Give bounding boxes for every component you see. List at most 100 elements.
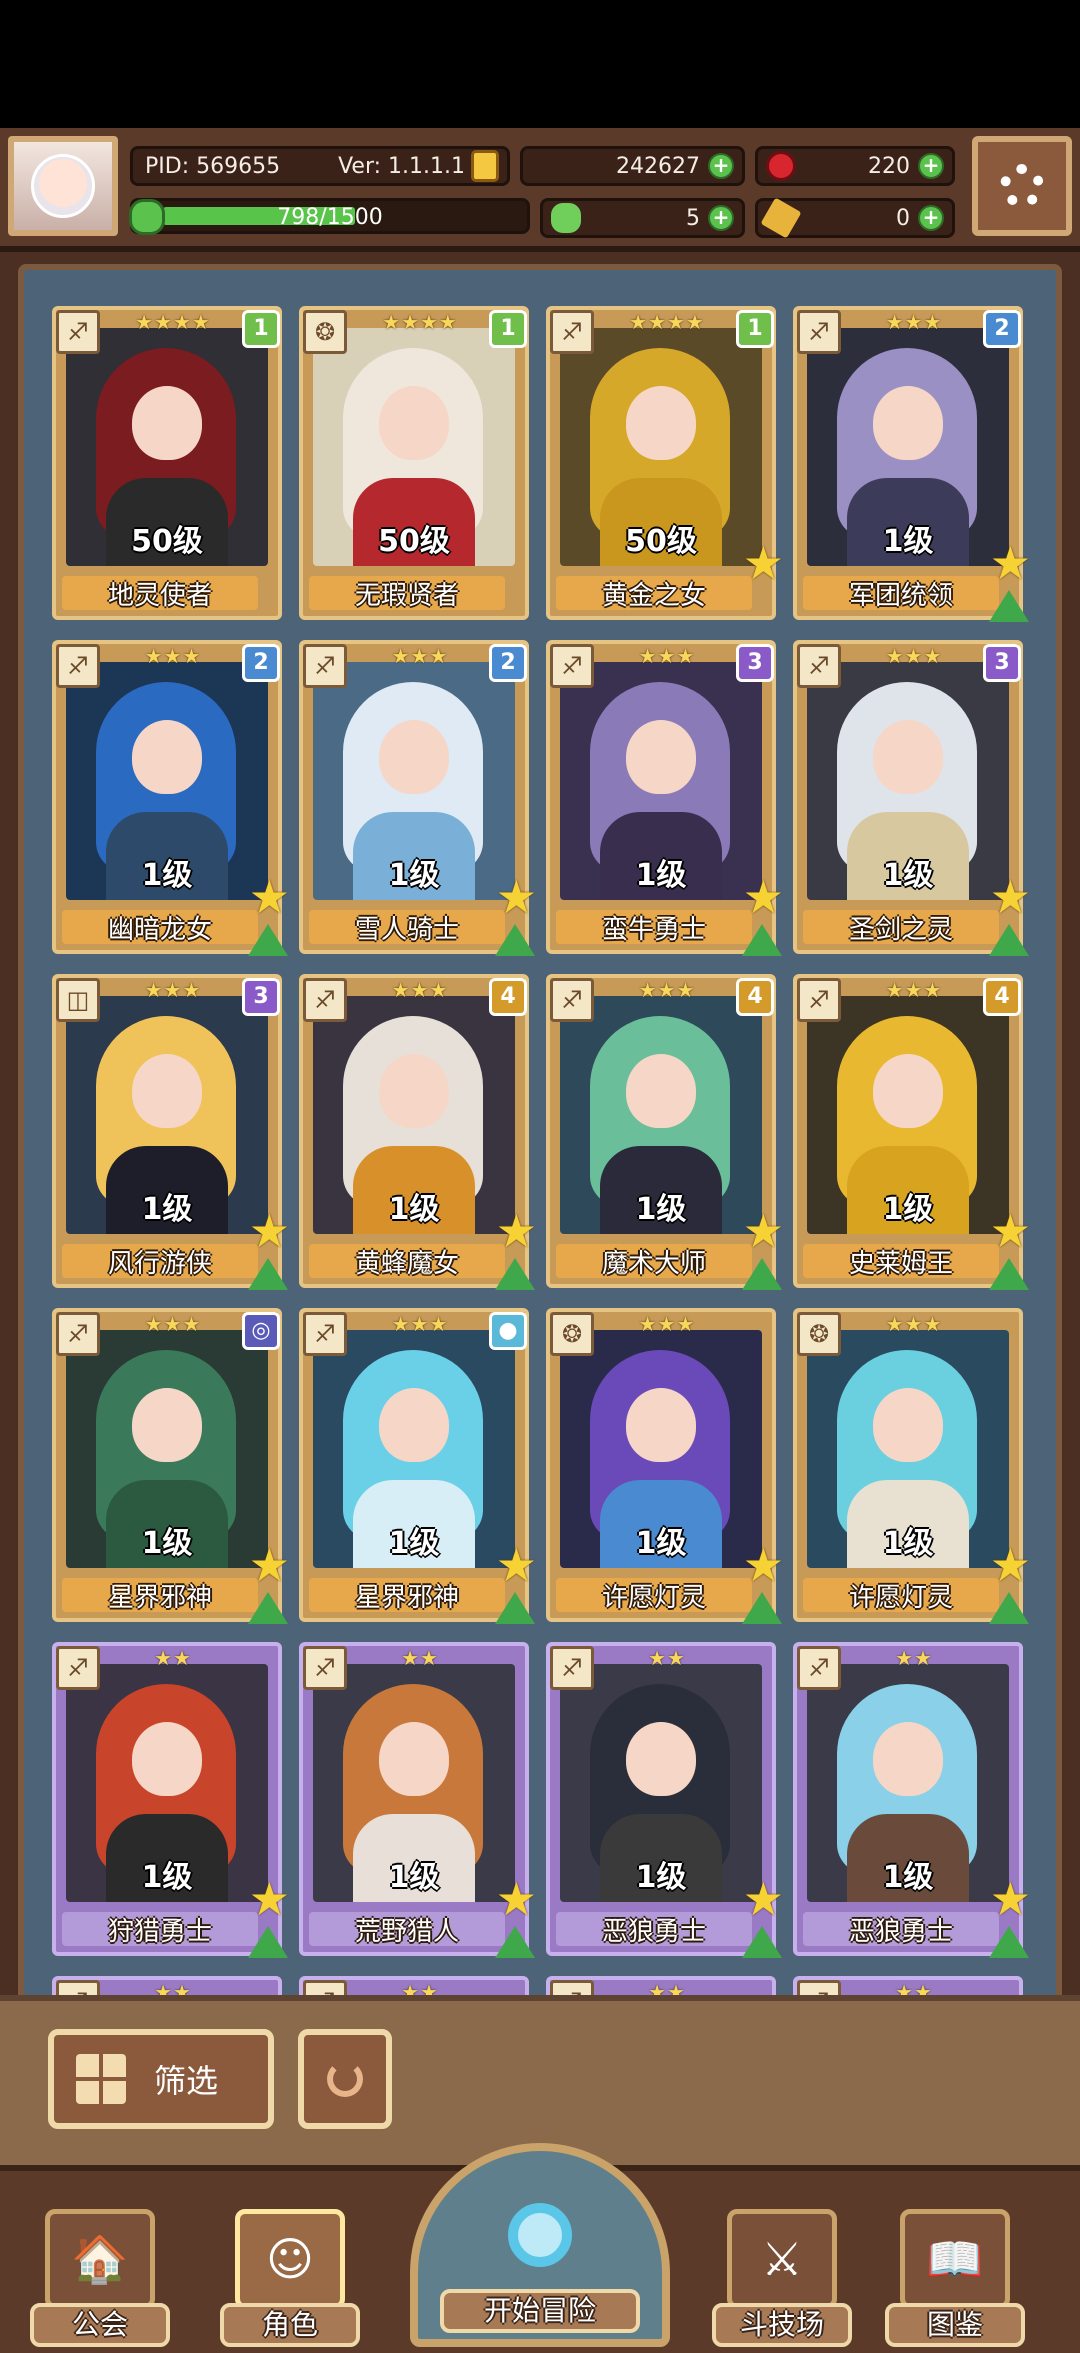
roster-scroll-area[interactable]: ♐ ★★★★ 1 50级 地灵使者 ❂ ★★★★ 1 50级 无瑕贤者 ♐ ★★★★ 1 50级 黄金之女 ★…	[18, 264, 1062, 2004]
star-upgrade-icon: ★	[742, 1538, 784, 1592]
filter-button[interactable]: 筛选	[48, 2029, 274, 2129]
rank-badge: 2	[983, 310, 1021, 348]
class-type-icon: ♐	[56, 644, 100, 688]
star-upgrade-icon: ★	[989, 536, 1031, 590]
character-card[interactable]: ♐ ★★ 1级 荒野猎人 ★	[299, 1642, 537, 1958]
character-name: 黄蜂魔女	[309, 1244, 505, 1279]
xp-text: 798/1500	[277, 205, 383, 230]
character-card[interactable]: ♐ ★★ 1级 恶狼勇士 ★	[793, 1642, 1031, 1958]
settings-button[interactable]	[972, 136, 1072, 236]
class-type-icon: ♐	[303, 1646, 347, 1690]
star-upgrade-icon: ★	[495, 1538, 537, 1592]
character-card[interactable]: ♐ ★★★ 3 1级 蛮牛勇士 ★	[546, 640, 784, 956]
nav-codex-label: 图鉴	[885, 2303, 1025, 2347]
key-counter: 0 +	[755, 197, 955, 239]
character-card[interactable]: ♐ ★★★ 4 1级 黄蜂魔女 ★	[299, 974, 537, 1290]
level-label: 1级	[882, 858, 934, 893]
refresh-icon	[327, 2061, 363, 2097]
portrait-face	[873, 1722, 943, 1796]
add-gold-icon[interactable]: +	[708, 153, 734, 179]
star-rating: ★★★	[885, 978, 943, 1002]
character-card[interactable]: ♐ ★★★ 4 1级 史莱姆王 ★	[793, 974, 1031, 1290]
nav-arena[interactable]: ⚔ 斗技场	[712, 2187, 852, 2347]
gear-icon	[1000, 164, 1044, 208]
character-card[interactable]: ♐ ★★★ ◎ 1级 星界邪神 ★	[52, 1308, 290, 1624]
portrait-face	[873, 386, 943, 460]
star-rating: ★★★	[144, 978, 202, 1002]
character-card[interactable]: ♐ ★★★★ 1 50级 地灵使者	[52, 306, 282, 620]
character-card[interactable]: ♐ ★★★★ 1 50级 黄金之女 ★	[546, 306, 784, 620]
star-upgrade-icon: ★	[248, 1538, 290, 1592]
nav-start-adventure[interactable]: 开始冒险	[410, 2143, 670, 2347]
character-name: 幽暗龙女	[62, 910, 258, 945]
rank-badge: 1	[242, 310, 280, 348]
level-label: 1级	[882, 1860, 934, 1895]
class-type-icon: ♐	[56, 310, 100, 354]
character-card[interactable]: ♐ ★★★ 4 1级 魔术大师 ★	[546, 974, 784, 1290]
level-label: 1级	[635, 1192, 687, 1227]
level-label: 50级	[131, 524, 203, 559]
level-up-arrow-icon	[989, 1592, 1029, 1624]
player-avatar[interactable]	[8, 136, 118, 236]
class-type-icon: ❂	[797, 1312, 841, 1356]
rank-badge: 2	[489, 644, 527, 682]
character-name: 恶狼勇士	[556, 1912, 752, 1947]
roster-panel: ♐ ★★★★ 1 50级 地灵使者 ❂ ★★★★ 1 50级 无瑕贤者 ♐ ★★★★ 1 50级 黄金之女 ★…	[0, 252, 1080, 2004]
star-rating: ★★★	[144, 1312, 202, 1336]
portrait-face	[873, 720, 943, 794]
rank-badge: 4	[983, 978, 1021, 1016]
character-card[interactable]: ♐ ★★★ 3 1级 圣剑之灵 ★	[793, 640, 1031, 956]
character-card[interactable]: ♐ ★★ 1级 恶狼勇士 ★	[546, 1642, 784, 1958]
class-type-icon: ❂	[550, 1312, 594, 1356]
level-up-arrow-icon	[495, 1258, 535, 1290]
character-card[interactable]: ♐ ★★★ 2 1级 雪人骑士 ★	[299, 640, 537, 956]
character-name: 史莱姆王	[803, 1244, 999, 1279]
character-card[interactable]: ♐ ★★★ 2 1级 幽暗龙女 ★	[52, 640, 290, 956]
star-rating: ★★	[401, 1646, 439, 1670]
player-info-bar: PID: 569655 Ver: 1.1.1.1	[130, 146, 510, 186]
refresh-button[interactable]	[298, 2029, 392, 2129]
portrait-face	[873, 1054, 943, 1128]
nav-guild-label: 公会	[30, 2303, 170, 2347]
rank-badge: 4	[489, 978, 527, 1016]
level-up-arrow-icon	[495, 1592, 535, 1624]
star-rating: ★★★	[391, 644, 449, 668]
character-card[interactable]: ❂ ★★★ 1级 许愿灯灵 ★	[793, 1308, 1031, 1624]
character-card[interactable]: ❂ ★★★ 1级 许愿灯灵 ★	[546, 1308, 784, 1624]
class-type-icon: ❂	[303, 310, 347, 354]
level-label: 1级	[141, 1526, 193, 1561]
add-clover-icon[interactable]: +	[708, 205, 734, 231]
character-card[interactable]: ♐ ★★★ ● 1级 星界邪神 ★	[299, 1308, 537, 1624]
add-key-icon[interactable]: +	[918, 205, 944, 231]
class-type-icon: ♐	[303, 644, 347, 688]
character-card[interactable]: ♐ ★★★ 2 1级 军团统领 ★	[793, 306, 1031, 622]
character-card[interactable]: ❂ ★★★★ 1 50级 无瑕贤者	[299, 306, 529, 620]
level-label: 1级	[388, 1860, 440, 1895]
star-rating: ★★★	[638, 1312, 696, 1336]
character-name: 许愿灯灵	[803, 1578, 999, 1613]
level-up-arrow-icon	[742, 924, 782, 956]
character-card[interactable]: ♐ ★★ 1级 狩猎勇士 ★	[52, 1642, 290, 1958]
add-gem-icon[interactable]: +	[918, 153, 944, 179]
class-type-icon: ♐	[797, 644, 841, 688]
gold-value: 242627	[616, 153, 700, 179]
star-upgrade-icon: ★	[989, 1538, 1031, 1592]
star-rating: ★★	[648, 1646, 686, 1670]
nav-guild[interactable]: 🏠 公会	[30, 2187, 170, 2347]
class-type-icon: ♐	[303, 1312, 347, 1356]
star-upgrade-icon: ★	[742, 870, 784, 924]
xp-bar: 798/1500	[129, 198, 530, 235]
portrait-face	[379, 386, 449, 460]
top-status-bar: PID: 569655 Ver: 1.1.1.1 242627 + 220 + …	[0, 128, 1080, 252]
character-card[interactable]: ◫ ★★★ 3 1级 风行游侠 ★	[52, 974, 290, 1290]
portrait-face	[626, 1722, 696, 1796]
portrait-face	[626, 720, 696, 794]
level-up-arrow-icon	[742, 1592, 782, 1624]
nav-character[interactable]: ☺ 角色	[220, 2187, 360, 2347]
level-up-arrow-icon	[989, 1258, 1029, 1290]
star-upgrade-icon: ★	[989, 1204, 1031, 1258]
nav-codex[interactable]: 📖 图鉴	[885, 2187, 1025, 2347]
level-label: 1级	[635, 858, 687, 893]
level-label: 1级	[388, 1192, 440, 1227]
star-upgrade-icon: ★	[989, 1872, 1031, 1926]
